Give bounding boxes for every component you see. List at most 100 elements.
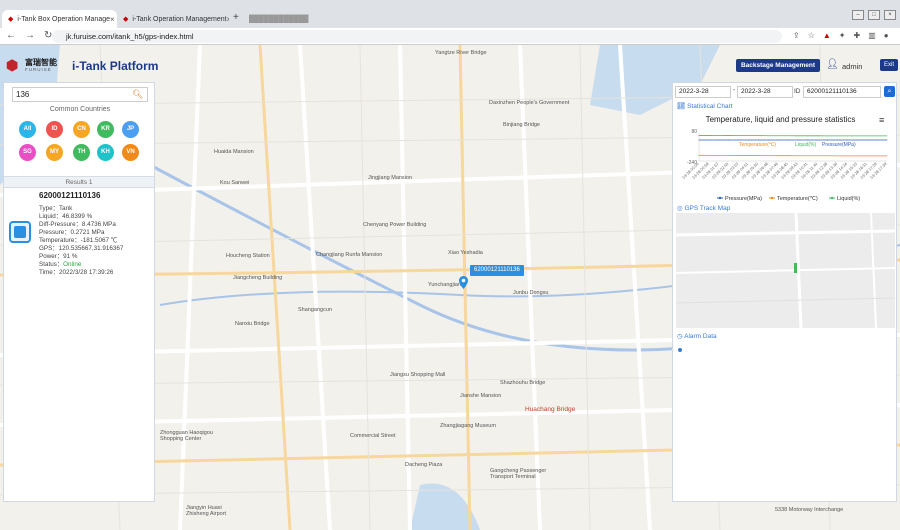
legend-label[interactable]: Liquid(%) (837, 196, 860, 202)
inline-legend-label: Temperature(℃) (739, 142, 776, 148)
close-window-icon[interactable]: × (884, 10, 896, 20)
data-point (876, 155, 878, 157)
data-point (757, 135, 759, 137)
sidebar-icon[interactable]: ▥ (868, 31, 876, 40)
data-point (767, 135, 769, 137)
username[interactable]: admin (842, 62, 862, 71)
data-point (817, 155, 819, 157)
data-point (728, 139, 730, 141)
close-tab-icon[interactable]: × (227, 15, 229, 24)
search-icon[interactable]: 🔍︎ (132, 89, 143, 100)
country-button-th[interactable]: TH (73, 144, 90, 161)
map-label: Changjiang Runfa Mansion (316, 252, 383, 258)
data-point (748, 139, 749, 141)
line-chart: 80-240Temperature(℃) Liquid(%) Pressure(MP… (681, 129, 888, 202)
data-point (708, 135, 710, 136)
date-to-field[interactable]: 2022-3-28 (737, 86, 793, 98)
data-point (807, 139, 809, 141)
device-id[interactable]: 62000121110136 (39, 191, 100, 200)
statistical-chart-heading: 📈︎ Statistical Chart (677, 102, 733, 110)
data-point (837, 139, 838, 141)
country-button-sg[interactable]: SG (19, 144, 36, 161)
marker-label[interactable]: 62000121110136 (470, 265, 524, 276)
device-id-field[interactable]: 62000121110136 (803, 86, 881, 98)
series-line-1 (698, 154, 887, 157)
company-logo: ⬢ 富瑞智能 FURUISE (6, 57, 57, 73)
map-label: Daxinzhen People's Government (489, 100, 570, 106)
country-button-kr[interactable]: KR (97, 121, 114, 138)
close-tab-icon[interactable]: × (110, 15, 115, 24)
chart-icon: 📈︎ (677, 103, 688, 110)
exit-button[interactable]: Exit (880, 59, 898, 71)
url-field[interactable]: jk.furuise.com/itank_h5/gps-index.html (52, 30, 782, 43)
data-point (767, 155, 769, 157)
date-separator: - (733, 87, 736, 94)
data-point (856, 155, 858, 157)
legend-label[interactable]: Pressure(MPa) (725, 196, 762, 202)
statistical-chart-label: Statistical Chart (687, 103, 733, 110)
gps-track-label: GPS Track Map (684, 205, 731, 212)
results-count: Results 1 (4, 176, 154, 188)
tab-title: ████████████ (249, 15, 309, 23)
search-icon: ⌕ (887, 88, 892, 95)
y-tick-label: 80 (691, 129, 697, 135)
tab-title: i-Tank Operation Management (132, 15, 227, 23)
country-button-my[interactable]: MY (46, 144, 63, 161)
puzzle-icon[interactable]: ✚ (854, 31, 861, 40)
country-button-all[interactable]: All (19, 121, 36, 138)
gps-track-map[interactable] (675, 212, 896, 329)
share-icon[interactable]: ⇪ (793, 31, 800, 40)
pdf-icon[interactable]: ▲ (823, 31, 831, 40)
map-label: Junbu Dongxu (513, 290, 549, 296)
new-tab-icon[interactable]: + (233, 12, 239, 23)
inline-legend-label: Pressure(MPa) (822, 142, 856, 148)
tab-blurred[interactable]: ████████████ (243, 10, 323, 28)
profile-icon[interactable]: ● (884, 31, 889, 40)
star-icon[interactable]: ☆ (808, 31, 815, 40)
logo-cn: 富瑞智能 (25, 57, 57, 67)
country-button-jp[interactable]: JP (122, 121, 139, 138)
country-button-vn[interactable]: VN (122, 144, 139, 161)
extension-icon[interactable]: ✦ (839, 31, 846, 40)
data-point (777, 135, 779, 137)
backstage-management-button[interactable]: Backstage Management (736, 59, 820, 72)
device-marker-icon[interactable] (459, 276, 468, 289)
data-point (708, 139, 710, 141)
map-label: Jiangsu Shopping Mall (390, 372, 446, 378)
country-button-kh[interactable]: KH (97, 144, 114, 161)
back-icon[interactable]: ← (6, 30, 16, 41)
tab-operation-management[interactable]: ◆ i-Tank Operation Management × (117, 10, 229, 28)
menu-dots-icon[interactable]: ⋮ (897, 31, 900, 40)
map-label: Huachang Bridge (525, 406, 576, 413)
data-point (738, 135, 739, 137)
map-label: 5338 Motorway Interchange (775, 507, 844, 513)
data-point (718, 155, 720, 156)
device-search-input[interactable]: 136 (12, 87, 148, 102)
data-point (698, 135, 700, 136)
map-label: Xiao Yeshadia (448, 250, 483, 256)
minimize-icon[interactable]: – (852, 10, 864, 20)
data-point (787, 135, 789, 137)
data-point (876, 139, 878, 141)
data-point (748, 155, 749, 156)
alarm-data-heading: ◷ Alarm Data (677, 332, 717, 340)
forward-icon[interactable]: → (25, 30, 35, 41)
data-point (886, 155, 888, 157)
user-icon[interactable]: 👤︎ (826, 59, 839, 70)
tab-box-operation[interactable]: ◆ i-Tank Box Operation Manage × (2, 10, 117, 28)
map-label: Zhangjiagang Museum (440, 423, 496, 429)
tab-title: i-Tank Box Operation Manage (17, 15, 110, 23)
legend-label[interactable]: Temperature(℃) (777, 196, 818, 202)
date-from-field[interactable]: 2022-3-28 (675, 86, 731, 98)
data-point (797, 139, 799, 141)
map-label: Commercial Street (350, 433, 396, 439)
country-button-id[interactable]: ID (46, 121, 63, 138)
tank-icon[interactable] (9, 221, 31, 243)
maximize-icon[interactable]: □ (868, 10, 880, 20)
query-search-button[interactable]: ⌕ (884, 86, 895, 97)
chart-menu-icon[interactable]: ≡ (879, 115, 884, 125)
map-label: Huaida Mansion (214, 149, 254, 155)
country-button-cn[interactable]: CN (73, 121, 90, 138)
inline-legend-label: Liquid(%) (795, 142, 816, 148)
logo-mark-icon: ⬢ (6, 57, 19, 73)
